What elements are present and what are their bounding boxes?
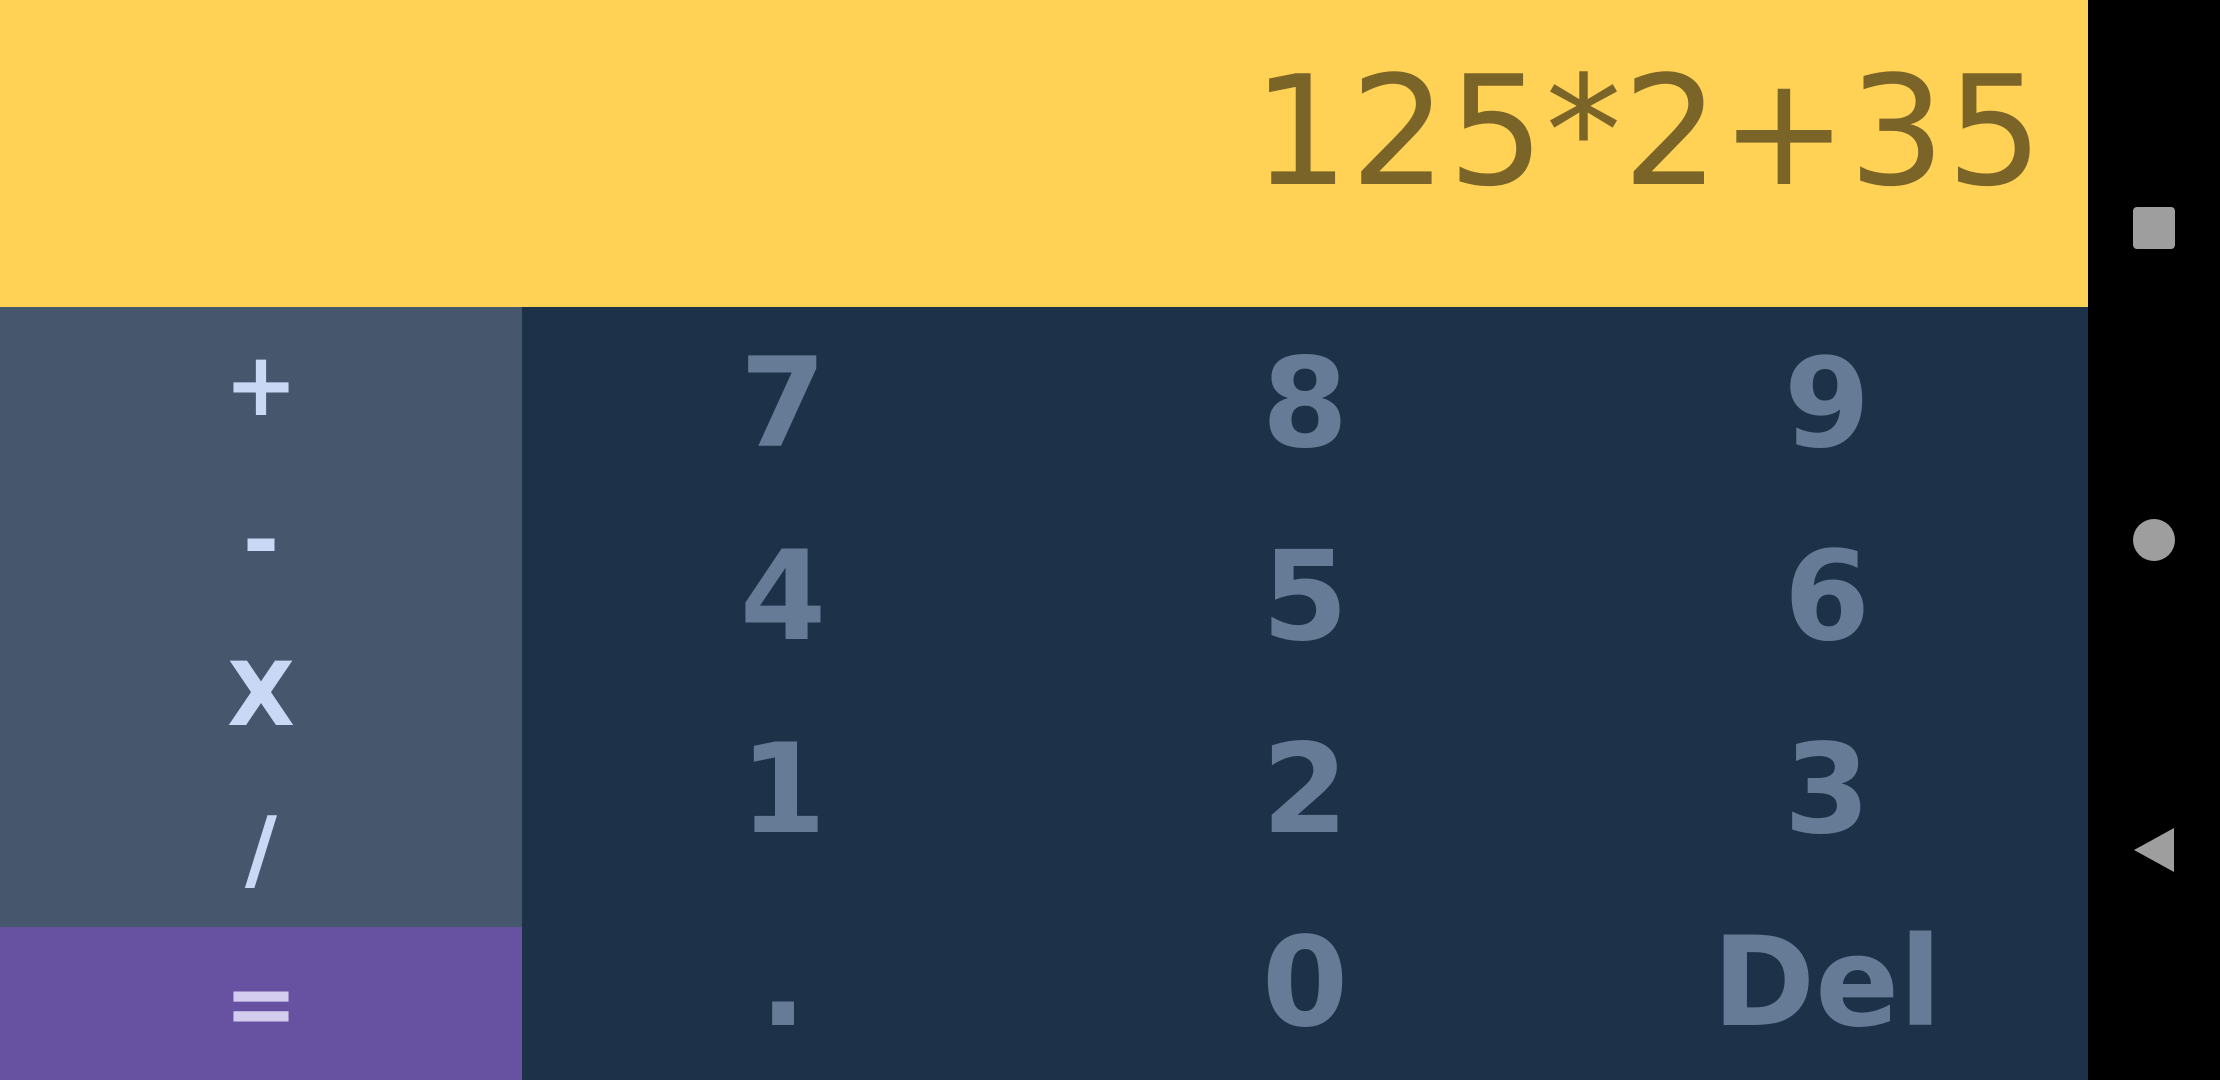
key-4[interactable]: 4 <box>522 500 1044 693</box>
equals-button[interactable]: = <box>0 927 522 1080</box>
calculator-app: 125*2+35 + - X / = 7 8 9 4 5 6 1 2 3 . 0… <box>0 0 2088 1080</box>
key-decimal[interactable]: . <box>522 886 1044 1079</box>
key-3[interactable]: 3 <box>1566 693 2088 886</box>
key-8[interactable]: 8 <box>1044 307 1566 500</box>
key-2[interactable]: 2 <box>1044 693 1566 886</box>
screen: 125*2+35 + - X / = 7 8 9 4 5 6 1 2 3 . 0… <box>0 0 2220 1080</box>
key-9[interactable]: 9 <box>1566 307 2088 500</box>
key-6[interactable]: 6 <box>1566 500 2088 693</box>
key-0[interactable]: 0 <box>1044 886 1566 1079</box>
expression-text: 125*2+35 <box>1252 43 2044 220</box>
recents-button[interactable] <box>2088 168 2220 288</box>
divide-button[interactable]: / <box>0 772 522 927</box>
home-button[interactable] <box>2088 480 2220 600</box>
plus-button[interactable]: + <box>0 307 522 462</box>
system-navigation-bar <box>2088 0 2220 1080</box>
multiply-button[interactable]: X <box>0 617 522 772</box>
number-keypad: 7 8 9 4 5 6 1 2 3 . 0 Del <box>522 307 2088 1080</box>
back-triangle-icon <box>2134 828 2174 872</box>
back-button[interactable] <box>2088 790 2220 910</box>
operator-panel: + - X / <box>0 307 522 927</box>
delete-button[interactable]: Del <box>1566 886 2088 1079</box>
key-7[interactable]: 7 <box>522 307 1044 500</box>
key-5[interactable]: 5 <box>1044 500 1566 693</box>
expression-display: 125*2+35 <box>0 0 2088 307</box>
key-1[interactable]: 1 <box>522 693 1044 886</box>
recents-square-icon <box>2133 207 2175 249</box>
minus-button[interactable]: - <box>0 462 522 617</box>
home-circle-icon <box>2133 519 2175 561</box>
